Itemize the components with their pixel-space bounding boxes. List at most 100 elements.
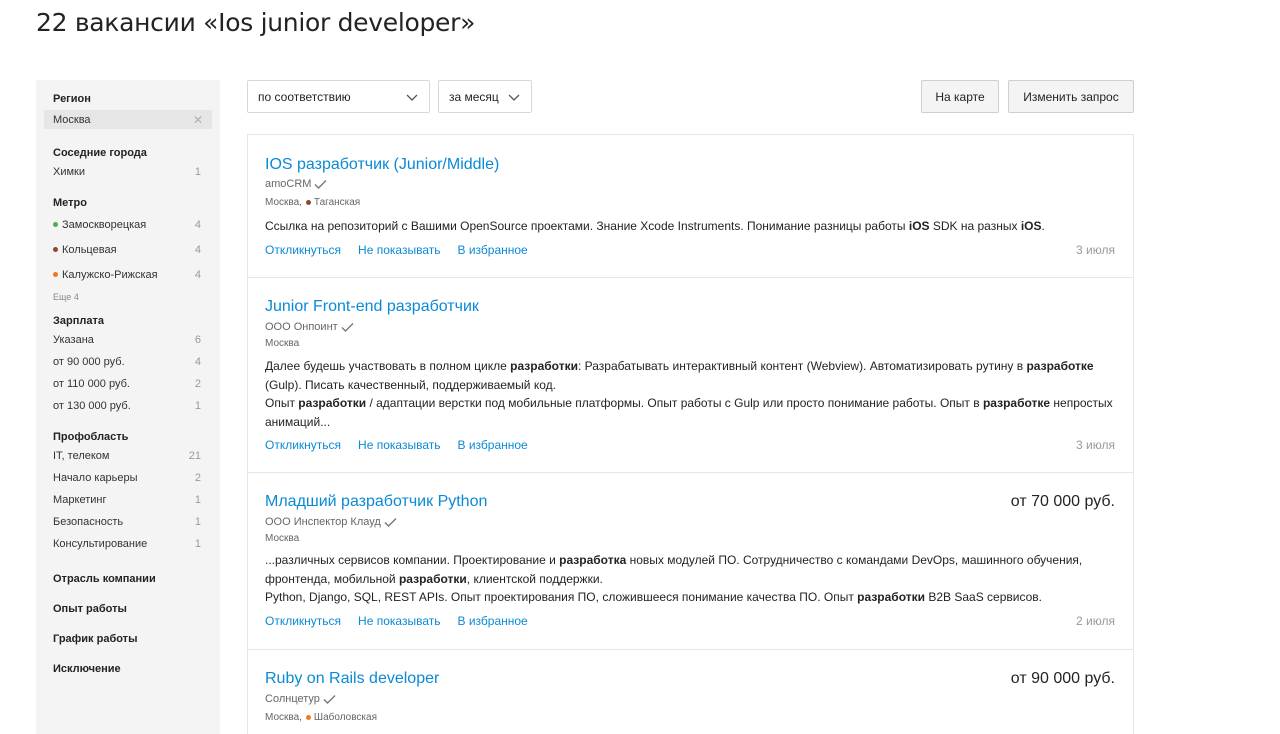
metro-item-count: 4 [194,218,201,231]
vacancy-date: 3 июля [1076,438,1115,452]
vacancy-company[interactable]: amoCRM [265,178,327,190]
vacancy-actions: Откликнуться Не показывать В избранное [265,243,545,257]
vacancy-location: Москва [265,338,299,349]
vacancy-card: IOS разработчик (Junior/Middle) amoCRM М… [248,135,1133,278]
respond-link[interactable]: Откликнуться [265,614,341,628]
vacancy-salary: от 70 000 руб. [1010,493,1115,510]
vacancy-actions: Откликнуться Не показывать В избранное [265,614,545,628]
vacancy-location: Москва, Шаболовская [265,712,377,723]
salary-item-count: 6 [194,334,201,346]
salary-item-label: от 90 000 руб. [53,356,125,368]
profarea-heading: Профобласть [53,431,129,443]
salary-item[interactable]: от 110 000 руб. 2 [53,373,203,395]
profarea-item[interactable]: IT, телеком 21 [53,445,203,467]
profarea-item-label: IT, телеком [53,450,110,462]
highlight-keyword: разработки [298,396,367,410]
hide-link[interactable]: Не показывать [358,243,440,257]
industry-filter-toggle[interactable]: Отрасль компании [53,564,203,594]
highlight-keyword: разработке [1026,359,1094,373]
nearby-item-khimki[interactable]: Химки 1 [53,161,203,183]
highlight-keyword: разработки [857,590,925,604]
vacancy-title-link[interactable]: Ruby on Rails developer [265,670,439,688]
favorite-link[interactable]: В избранное [457,438,527,452]
period-select[interactable]: за месяц [438,80,532,113]
exclusion-filter-toggle[interactable]: Исключение [53,654,203,684]
vacancy-title-link[interactable]: Junior Front-end разработчик [265,298,479,316]
verified-check-icon [341,322,354,332]
highlight-keyword: iOS [908,219,930,233]
nearby-heading: Соседние города [53,147,147,159]
profarea-item-count: 1 [194,538,201,550]
profarea-item-label: Начало карьеры [53,472,138,484]
salary-item-count: 1 [194,400,201,412]
region-value: Москва [53,113,91,126]
page-title: 22 вакансии «Ios junior developer» [36,8,476,37]
vacancy-date: 2 июля [1076,614,1115,628]
chevron-down-icon [508,94,520,101]
profarea-item-count: 1 [194,494,201,506]
map-button[interactable]: На карте [921,80,999,113]
favorite-link[interactable]: В избранное [457,614,527,628]
metro-item[interactable]: Калужско-Рижская 4 [53,262,203,287]
vacancy-company[interactable]: ООО Онпоинт [265,321,354,333]
profarea-item[interactable]: Маркетинг 1 [53,489,203,511]
profarea-item[interactable]: Консультирование 1 [53,533,203,555]
period-select-value: за месяц [449,89,499,104]
close-icon[interactable]: ✕ [193,113,203,127]
vacancy-actions: Откликнуться Не показывать В избранное [265,438,545,452]
highlight-keyword: iOS [1020,219,1042,233]
vacancy-list: IOS разработчик (Junior/Middle) amoCRM М… [247,134,1134,734]
metro-line-icon [305,200,311,205]
region-heading: Регион [53,93,91,105]
hide-link[interactable]: Не показывать [358,614,440,628]
salary-heading: Зарплата [53,315,104,327]
sort-select-value: по соответствию [258,89,351,104]
experience-filter-toggle[interactable]: Опыт работы [53,594,203,624]
profarea-item-label: Безопасность [53,516,124,528]
metro-item[interactable]: Кольцевая 4 [53,237,203,262]
verified-check-icon [384,517,397,527]
salary-item[interactable]: от 90 000 руб. 4 [53,351,203,373]
profarea-item-count: 2 [194,472,201,484]
metro-more-link[interactable]: Еще 4 [53,287,203,307]
vacancy-company[interactable]: ООО Инспектор Клауд [265,516,397,528]
verified-check-icon [314,179,327,189]
sort-select[interactable]: по соответствию [247,80,430,113]
metro-item-label: Калужско-Рижская [62,268,158,281]
vacancy-metro: Таганская [313,197,361,208]
vacancy-title-link[interactable]: IOS разработчик (Junior/Middle) [265,156,499,174]
respond-link[interactable]: Откликнуться [265,438,341,452]
vacancy-description: ...различных сервисов компании. Проектир… [265,553,1083,604]
highlight-keyword: разработки [398,571,467,586]
metro-item-count: 4 [194,268,201,281]
favorite-link[interactable]: В избранное [457,243,527,257]
salary-item[interactable]: Указана 6 [53,329,203,351]
salary-item-label: от 130 000 руб. [53,400,131,412]
metro-line-icon [305,715,311,720]
region-selected[interactable]: Москва ✕ [44,110,212,129]
profarea-item[interactable]: Начало карьеры 2 [53,467,203,489]
company-name: Солнцетур [265,693,320,705]
metro-line-icon [53,272,58,277]
profarea-item-label: Консультирование [53,538,148,550]
company-name: ООО Инспектор Клауд [265,516,381,528]
salary-item-label: Указана [53,334,94,346]
schedule-filter-toggle[interactable]: График работы [53,624,203,654]
vacancy-card: Ruby on Rails developer от 90 000 руб. С… [248,650,1133,734]
highlight-keyword: разработке [982,396,1051,410]
edit-query-button[interactable]: Изменить запрос [1008,80,1134,113]
verified-check-icon [323,694,336,704]
respond-link[interactable]: Откликнуться [265,243,341,257]
vacancy-company[interactable]: Солнцетур [265,693,336,705]
metro-item[interactable]: Замоскворецкая 4 [53,212,203,237]
salary-item-label: от 110 000 руб. [53,378,130,390]
metro-item-label: Кольцевая [62,243,117,256]
vacancy-title-link[interactable]: Младший разработчик Python [265,493,487,511]
metro-heading: Метро [53,197,87,209]
vacancy-description: Ссылка на репозиторий с Вашими OpenSourc… [265,219,1045,233]
hide-link[interactable]: Не показывать [358,438,440,452]
salary-item[interactable]: от 130 000 руб. 1 [53,395,203,417]
profarea-item[interactable]: Безопасность 1 [53,511,203,533]
nearby-item-label: Химки [53,166,86,178]
profarea-item-label: Маркетинг [53,494,107,506]
